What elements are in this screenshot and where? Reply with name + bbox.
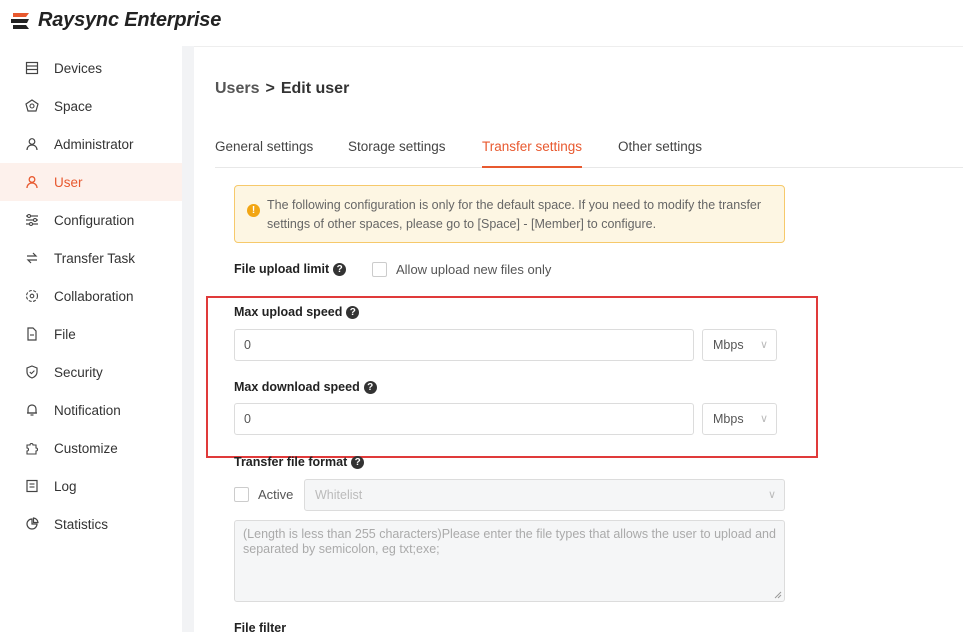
file-format-active-checkbox[interactable] xyxy=(234,487,249,502)
sidebar-item-label: Devices xyxy=(54,60,103,76)
file-format-active-label: Active xyxy=(258,487,294,502)
max-upload-speed-label-text: Max upload speed xyxy=(234,305,343,319)
sidebar-item-log[interactable]: Log xyxy=(0,467,182,505)
max-download-speed-label: Max download speed ? xyxy=(234,380,377,394)
chevron-down-icon: ∨ xyxy=(759,413,768,425)
app-logo[interactable]: Raysync Enterprise xyxy=(10,9,221,32)
file-types-textarea[interactable]: (Length is less than 255 characters)Plea… xyxy=(234,520,785,602)
sidebar-item-user[interactable]: User xyxy=(0,163,182,201)
allow-new-files-label: Allow upload new files only xyxy=(396,262,552,277)
sidebar-item-label: Configuration xyxy=(54,212,135,228)
user-icon xyxy=(24,174,40,190)
bell-icon xyxy=(24,402,40,418)
top-bar: Raysync Enterprise xyxy=(0,0,963,46)
info-icon: ! xyxy=(247,204,260,217)
breadcrumb-separator: > xyxy=(265,80,275,97)
file-filter-label-text: File filter xyxy=(234,621,287,632)
tab-storage-settings[interactable]: Storage settings xyxy=(348,139,446,168)
collaboration-icon xyxy=(24,288,40,304)
configuration-icon xyxy=(24,212,40,228)
help-icon[interactable]: ? xyxy=(351,455,365,469)
sidebar-item-label: Security xyxy=(54,364,103,380)
breadcrumb-users[interactable]: Users xyxy=(215,80,259,97)
max-upload-speed-label: Max upload speed ? xyxy=(234,305,360,319)
resize-handle-icon[interactable] xyxy=(774,591,782,599)
file-format-list-select[interactable]: Whitelist ∨ xyxy=(304,479,785,511)
sidebar: Devices Space Administrator User Configu… xyxy=(0,46,182,632)
sidebar-item-label: Transfer Task xyxy=(54,250,136,266)
sidebar-item-notification[interactable]: Notification xyxy=(0,391,182,429)
sidebar-item-devices[interactable]: Devices xyxy=(0,49,182,87)
download-unit-value: Mbps xyxy=(713,412,744,426)
sidebar-item-label: Space xyxy=(54,98,93,114)
sidebar-item-statistics[interactable]: Statistics xyxy=(0,505,182,543)
settings-tabs: General settings Storage settings Transf… xyxy=(215,135,963,168)
transfer-file-format-label: Transfer file format ? xyxy=(234,455,365,469)
sidebar-item-file[interactable]: File xyxy=(0,315,182,353)
allow-new-files-checkbox[interactable] xyxy=(372,262,387,277)
download-unit-select[interactable]: Mbps ∨ xyxy=(702,403,777,435)
sidebar-divider xyxy=(182,46,194,632)
sidebar-item-space[interactable]: Space xyxy=(0,87,182,125)
max-download-speed-label-text: Max download speed xyxy=(234,380,360,394)
sidebar-item-customize[interactable]: Customize xyxy=(0,429,182,467)
help-icon[interactable]: ? xyxy=(346,305,360,319)
max-download-speed-input[interactable]: 0 xyxy=(234,403,694,435)
chevron-down-icon: ∨ xyxy=(767,489,776,501)
info-notice: ! The following configuration is only fo… xyxy=(234,185,785,243)
sidebar-item-label: User xyxy=(54,174,83,190)
sidebar-item-transfer-task[interactable]: Transfer Task xyxy=(0,239,182,277)
shield-icon xyxy=(24,364,40,380)
sidebar-item-label: Statistics xyxy=(54,516,109,532)
sidebar-item-label: Notification xyxy=(54,402,121,418)
sidebar-item-label: Administrator xyxy=(54,136,134,152)
breadcrumb-current: Edit user xyxy=(280,80,350,97)
sidebar-item-configuration[interactable]: Configuration xyxy=(0,201,182,239)
max-upload-speed-input[interactable]: 0 xyxy=(234,329,694,361)
puzzle-icon xyxy=(24,440,40,456)
file-format-list-value: Whitelist xyxy=(315,488,363,502)
breadcrumb: Users > Edit user xyxy=(215,80,349,98)
sidebar-item-label: Customize xyxy=(54,440,118,456)
tab-general-settings[interactable]: General settings xyxy=(215,139,313,168)
administrator-icon xyxy=(24,136,40,152)
log-icon xyxy=(24,478,40,494)
sidebar-item-administrator[interactable]: Administrator xyxy=(0,125,182,163)
upload-limit-label-text: File upload limit xyxy=(234,262,330,276)
upload-limit-label: File upload limit ? xyxy=(234,262,347,276)
space-icon xyxy=(24,98,40,114)
upload-unit-select[interactable]: Mbps ∨ xyxy=(702,329,777,361)
upload-unit-value: Mbps xyxy=(713,338,744,352)
raysync-logo-icon xyxy=(10,11,32,31)
main-content: Users > Edit user General settings Storage… xyxy=(194,46,963,632)
transfer-task-icon xyxy=(24,250,40,266)
file-filter-label: File filter xyxy=(234,621,286,632)
sidebar-item-collaboration[interactable]: Collaboration xyxy=(0,277,182,315)
chevron-down-icon: ∨ xyxy=(759,339,768,351)
pie-chart-icon xyxy=(24,516,40,532)
tab-other-settings[interactable]: Other settings xyxy=(618,139,702,168)
devices-icon xyxy=(24,60,40,76)
notice-text: The following configuration is only for … xyxy=(267,198,762,231)
sidebar-item-label: Log xyxy=(54,478,77,494)
help-icon[interactable]: ? xyxy=(333,262,347,276)
app-title: Raysync Enterprise xyxy=(38,9,222,31)
help-icon[interactable]: ? xyxy=(363,380,377,394)
tab-transfer-settings[interactable]: Transfer settings xyxy=(482,139,583,168)
file-icon xyxy=(24,326,40,342)
sidebar-item-label: File xyxy=(54,326,76,342)
file-types-placeholder: (Length is less than 255 characters)Plea… xyxy=(243,527,776,556)
transfer-file-format-label-text: Transfer file format xyxy=(234,455,348,469)
sidebar-item-security[interactable]: Security xyxy=(0,353,182,391)
sidebar-item-label: Collaboration xyxy=(54,288,134,304)
